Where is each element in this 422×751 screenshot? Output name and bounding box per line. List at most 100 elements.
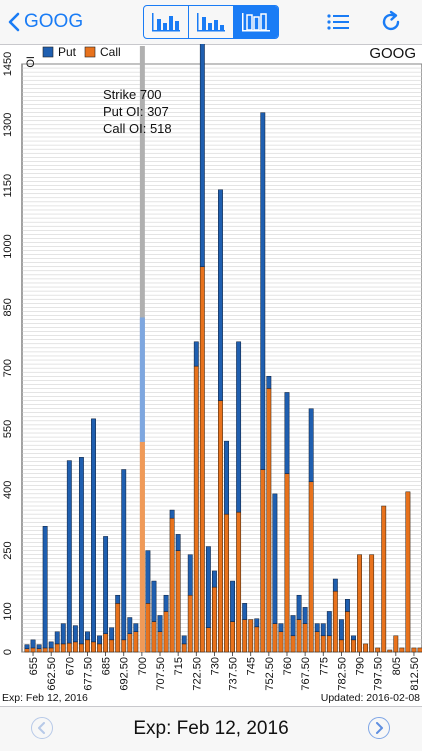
put-bar xyxy=(121,469,127,641)
next-expiration-button[interactable] xyxy=(368,717,390,739)
put-bar xyxy=(332,578,338,592)
y-axis-ticks: 0 100 250 400 550 700 850 1000 1150 1300 1450 xyxy=(2,52,14,655)
put-bar xyxy=(151,580,157,622)
back-label: GOOG xyxy=(24,11,84,32)
x-tick-label: 722.50 xyxy=(191,657,203,691)
list-button[interactable] xyxy=(325,10,351,34)
segment-put-call-chart[interactable] xyxy=(144,6,189,38)
list-icon xyxy=(327,14,349,30)
segment-split-chart[interactable] xyxy=(189,6,234,38)
back-button[interactable]: GOOG xyxy=(8,8,83,36)
put-bar xyxy=(24,644,30,650)
put-bar xyxy=(36,644,42,650)
x-tick-label: 670 xyxy=(64,657,76,675)
y-tick-label: 250 xyxy=(2,541,14,559)
call-bar xyxy=(163,611,169,653)
legend-put-label: Put xyxy=(58,45,77,59)
put-bar xyxy=(187,554,193,596)
put-bar xyxy=(85,631,90,641)
x-tick-label: 685 xyxy=(101,657,113,675)
refresh-icon xyxy=(382,10,400,31)
call-bar xyxy=(296,619,302,653)
put-bar xyxy=(205,546,211,628)
put-bar xyxy=(296,594,302,620)
call-bar xyxy=(314,631,320,653)
bottom-toolbar: Exp: Feb 12, 2016 xyxy=(0,706,422,751)
y-tick-label: 400 xyxy=(2,481,14,499)
put-bar xyxy=(175,534,181,551)
call-bar xyxy=(72,641,78,653)
call-bar xyxy=(417,647,422,653)
call-bar xyxy=(230,621,235,653)
chart-legend: Put Call xyxy=(42,45,121,59)
call-bar xyxy=(109,639,115,653)
tooltip-strike: Strike 700 xyxy=(103,87,162,102)
call-bar xyxy=(212,586,217,653)
call-bar xyxy=(187,594,193,653)
put-bar xyxy=(145,550,151,604)
put-bar xyxy=(320,623,326,637)
put-bar xyxy=(169,509,175,519)
call-bar xyxy=(193,365,199,653)
call-bar xyxy=(169,517,175,653)
put-bar xyxy=(48,641,54,649)
call-bar xyxy=(278,631,284,653)
put-bar xyxy=(212,570,217,588)
call-bar xyxy=(375,647,381,653)
call-bar xyxy=(357,554,362,653)
x-tick-label: 730 xyxy=(209,657,221,675)
chevron-right-circle-icon xyxy=(376,722,383,734)
refresh-button[interactable] xyxy=(378,10,404,34)
navigation-bar: GOOG xyxy=(0,0,422,45)
call-bar xyxy=(103,633,109,653)
y-tick-label: 1450 xyxy=(2,52,14,76)
put-bar xyxy=(290,615,296,637)
y-tick-label: 1150 xyxy=(2,174,14,198)
x-tick-label: 760 xyxy=(282,657,294,675)
legend-put-swatch xyxy=(42,46,54,58)
segment-stacked-chart[interactable] xyxy=(234,6,278,38)
call-bar xyxy=(320,635,326,653)
put-bar xyxy=(127,617,133,635)
x-tick-label: 655 xyxy=(28,657,40,675)
chart-type-segmented-control[interactable] xyxy=(143,5,279,39)
put-bar xyxy=(30,639,36,649)
expiration-title: Exp: Feb 12, 2016 xyxy=(133,718,289,739)
put-bar xyxy=(254,618,260,628)
call-bar xyxy=(381,505,387,653)
put-bar xyxy=(193,341,199,367)
open-interest-chart[interactable]: 01002504005507008501000115013001450 655 6… xyxy=(0,44,422,692)
call-bar xyxy=(308,481,314,653)
put-bar xyxy=(302,607,308,624)
call-bar xyxy=(363,643,369,653)
call-bar xyxy=(91,641,96,653)
chart-symbol: GOOG xyxy=(369,45,416,62)
call-bar xyxy=(260,469,266,653)
call-bar xyxy=(42,647,48,653)
put-bar xyxy=(78,457,84,645)
call-bar xyxy=(181,643,187,653)
call-bar xyxy=(48,647,54,653)
call-bar xyxy=(54,643,60,653)
call-bar xyxy=(133,631,139,653)
put-bar xyxy=(266,375,272,389)
x-tick-label: 715 xyxy=(173,657,185,675)
x-tick-label: 707.50 xyxy=(155,657,167,691)
call-bar xyxy=(151,621,157,653)
put-bar xyxy=(139,317,145,442)
call-bar xyxy=(205,627,211,653)
put-bar xyxy=(308,408,314,482)
call-bar xyxy=(284,473,290,653)
call-bar xyxy=(85,639,90,653)
call-bar xyxy=(175,550,181,653)
call-bar xyxy=(254,626,260,653)
tooltip-put-oi: Put OI: 307 xyxy=(103,104,169,119)
put-bar xyxy=(284,392,290,474)
x-tick-label: 692.50 xyxy=(119,657,131,691)
call-bar xyxy=(369,554,375,653)
call-bar xyxy=(60,643,66,653)
call-bar xyxy=(387,649,393,653)
y-tick-label: 700 xyxy=(2,359,14,377)
put-bar xyxy=(218,189,223,401)
legend-call-swatch xyxy=(84,46,96,58)
